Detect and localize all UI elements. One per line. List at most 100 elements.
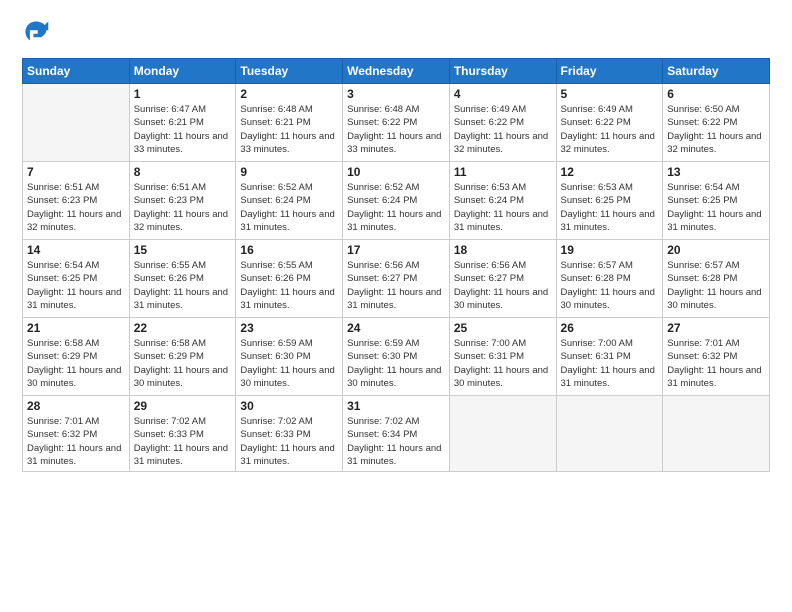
day-info: Sunrise: 6:50 AM Sunset: 6:22 PM Dayligh…: [667, 103, 765, 156]
day-number: 22: [134, 321, 232, 335]
day-number: 30: [240, 399, 338, 413]
calendar-cell: 21 Sunrise: 6:58 AM Sunset: 6:29 PM Dayli…: [23, 318, 130, 396]
day-info: Sunrise: 6:55 AM Sunset: 6:26 PM Dayligh…: [134, 259, 232, 312]
day-info: Sunrise: 6:53 AM Sunset: 6:24 PM Dayligh…: [454, 181, 552, 234]
header-cell-thursday: Thursday: [449, 59, 556, 84]
calendar-cell: 13 Sunrise: 6:54 AM Sunset: 6:25 PM Dayli…: [663, 162, 770, 240]
day-number: 14: [27, 243, 125, 257]
header-cell-friday: Friday: [556, 59, 663, 84]
calendar-cell: 1Sunrise: 6:47 AM Sunset: 6:21 PM Daylig…: [129, 84, 236, 162]
day-info: Sunrise: 6:48 AM Sunset: 6:21 PM Dayligh…: [240, 103, 338, 156]
day-info: Sunrise: 6:59 AM Sunset: 6:30 PM Dayligh…: [240, 337, 338, 390]
day-number: 24: [347, 321, 445, 335]
calendar-cell: 25Sunrise: 7:00 AM Sunset: 6:31 PM Dayli…: [449, 318, 556, 396]
calendar-cell: 27 Sunrise: 7:01 AM Sunset: 6:32 PM Dayli…: [663, 318, 770, 396]
calendar-cell: 11 Sunrise: 6:53 AM Sunset: 6:24 PM Dayli…: [449, 162, 556, 240]
calendar-cell: 4Sunrise: 6:49 AM Sunset: 6:22 PM Daylig…: [449, 84, 556, 162]
calendar-cell: 23 Sunrise: 6:59 AM Sunset: 6:30 PM Dayli…: [236, 318, 343, 396]
calendar-cell: 10Sunrise: 6:52 AM Sunset: 6:24 PM Dayli…: [343, 162, 450, 240]
day-number: 31: [347, 399, 445, 413]
day-info: Sunrise: 6:49 AM Sunset: 6:22 PM Dayligh…: [561, 103, 659, 156]
day-number: 21: [27, 321, 125, 335]
calendar-cell: 2 Sunrise: 6:48 AM Sunset: 6:21 PM Daylig…: [236, 84, 343, 162]
calendar-cell: [449, 396, 556, 472]
day-info: Sunrise: 6:54 AM Sunset: 6:25 PM Dayligh…: [667, 181, 765, 234]
header-cell-tuesday: Tuesday: [236, 59, 343, 84]
day-number: 29: [134, 399, 232, 413]
calendar-cell: 12 Sunrise: 6:53 AM Sunset: 6:25 PM Dayli…: [556, 162, 663, 240]
calendar-cell: 14 Sunrise: 6:54 AM Sunset: 6:25 PM Dayli…: [23, 240, 130, 318]
day-info: Sunrise: 7:01 AM Sunset: 6:32 PM Dayligh…: [27, 415, 125, 468]
day-number: 17: [347, 243, 445, 257]
calendar-page: SundayMondayTuesdayWednesdayThursdayFrid…: [0, 0, 792, 612]
calendar-week-3: 21 Sunrise: 6:58 AM Sunset: 6:29 PM Dayli…: [23, 318, 770, 396]
day-number: 2: [240, 87, 338, 101]
calendar-cell: 17 Sunrise: 6:56 AM Sunset: 6:27 PM Dayli…: [343, 240, 450, 318]
day-number: 25: [454, 321, 552, 335]
calendar-cell: [663, 396, 770, 472]
day-number: 28: [27, 399, 125, 413]
day-info: Sunrise: 7:00 AM Sunset: 6:31 PM Dayligh…: [561, 337, 659, 390]
day-info: Sunrise: 6:58 AM Sunset: 6:29 PM Dayligh…: [134, 337, 232, 390]
day-number: 12: [561, 165, 659, 179]
calendar-cell: 22 Sunrise: 6:58 AM Sunset: 6:29 PM Dayli…: [129, 318, 236, 396]
calendar-week-2: 14 Sunrise: 6:54 AM Sunset: 6:25 PM Dayli…: [23, 240, 770, 318]
day-number: 15: [134, 243, 232, 257]
day-number: 3: [347, 87, 445, 101]
logo-icon: [22, 18, 50, 46]
calendar-cell: 18Sunrise: 6:56 AM Sunset: 6:27 PM Dayli…: [449, 240, 556, 318]
day-number: 20: [667, 243, 765, 257]
day-info: Sunrise: 6:52 AM Sunset: 6:24 PM Dayligh…: [347, 181, 445, 234]
calendar-cell: 6Sunrise: 6:50 AM Sunset: 6:22 PM Daylig…: [663, 84, 770, 162]
day-number: 8: [134, 165, 232, 179]
day-number: 9: [240, 165, 338, 179]
calendar-cell: 24 Sunrise: 6:59 AM Sunset: 6:30 PM Dayli…: [343, 318, 450, 396]
header-cell-monday: Monday: [129, 59, 236, 84]
calendar-cell: 15 Sunrise: 6:55 AM Sunset: 6:26 PM Dayli…: [129, 240, 236, 318]
day-number: 5: [561, 87, 659, 101]
day-number: 23: [240, 321, 338, 335]
calendar-cell: 5 Sunrise: 6:49 AM Sunset: 6:22 PM Daylig…: [556, 84, 663, 162]
calendar-cell: 29 Sunrise: 7:02 AM Sunset: 6:33 PM Dayli…: [129, 396, 236, 472]
day-number: 13: [667, 165, 765, 179]
calendar-cell: 30 Sunrise: 7:02 AM Sunset: 6:33 PM Dayli…: [236, 396, 343, 472]
day-number: 26: [561, 321, 659, 335]
day-info: Sunrise: 6:55 AM Sunset: 6:26 PM Dayligh…: [240, 259, 338, 312]
calendar-header: SundayMondayTuesdayWednesdayThursdayFrid…: [23, 59, 770, 84]
calendar-week-4: 28 Sunrise: 7:01 AM Sunset: 6:32 PM Dayli…: [23, 396, 770, 472]
day-info: Sunrise: 6:51 AM Sunset: 6:23 PM Dayligh…: [27, 181, 125, 234]
calendar-cell: 16 Sunrise: 6:55 AM Sunset: 6:26 PM Dayli…: [236, 240, 343, 318]
day-number: 27: [667, 321, 765, 335]
day-info: Sunrise: 6:58 AM Sunset: 6:29 PM Dayligh…: [27, 337, 125, 390]
day-number: 19: [561, 243, 659, 257]
header-row: SundayMondayTuesdayWednesdayThursdayFrid…: [23, 59, 770, 84]
day-info: Sunrise: 6:52 AM Sunset: 6:24 PM Dayligh…: [240, 181, 338, 234]
calendar-cell: 31 Sunrise: 7:02 AM Sunset: 6:34 PM Dayli…: [343, 396, 450, 472]
day-info: Sunrise: 7:02 AM Sunset: 6:34 PM Dayligh…: [347, 415, 445, 468]
day-info: Sunrise: 6:53 AM Sunset: 6:25 PM Dayligh…: [561, 181, 659, 234]
day-info: Sunrise: 6:59 AM Sunset: 6:30 PM Dayligh…: [347, 337, 445, 390]
calendar-cell: [556, 396, 663, 472]
day-info: Sunrise: 6:54 AM Sunset: 6:25 PM Dayligh…: [27, 259, 125, 312]
day-number: 7: [27, 165, 125, 179]
day-info: Sunrise: 6:51 AM Sunset: 6:23 PM Dayligh…: [134, 181, 232, 234]
day-info: Sunrise: 6:48 AM Sunset: 6:22 PM Dayligh…: [347, 103, 445, 156]
day-info: Sunrise: 6:56 AM Sunset: 6:27 PM Dayligh…: [347, 259, 445, 312]
calendar-cell: 8 Sunrise: 6:51 AM Sunset: 6:23 PM Daylig…: [129, 162, 236, 240]
calendar-week-1: 7 Sunrise: 6:51 AM Sunset: 6:23 PM Daylig…: [23, 162, 770, 240]
calendar-table: SundayMondayTuesdayWednesdayThursdayFrid…: [22, 58, 770, 472]
calendar-cell: 19Sunrise: 6:57 AM Sunset: 6:28 PM Dayli…: [556, 240, 663, 318]
day-info: Sunrise: 7:02 AM Sunset: 6:33 PM Dayligh…: [240, 415, 338, 468]
calendar-cell: 26 Sunrise: 7:00 AM Sunset: 6:31 PM Dayli…: [556, 318, 663, 396]
day-info: Sunrise: 7:02 AM Sunset: 6:33 PM Dayligh…: [134, 415, 232, 468]
day-number: 11: [454, 165, 552, 179]
calendar-body: 1Sunrise: 6:47 AM Sunset: 6:21 PM Daylig…: [23, 84, 770, 472]
day-info: Sunrise: 6:49 AM Sunset: 6:22 PM Dayligh…: [454, 103, 552, 156]
calendar-cell: 20 Sunrise: 6:57 AM Sunset: 6:28 PM Dayli…: [663, 240, 770, 318]
day-info: Sunrise: 7:01 AM Sunset: 6:32 PM Dayligh…: [667, 337, 765, 390]
day-info: Sunrise: 6:56 AM Sunset: 6:27 PM Dayligh…: [454, 259, 552, 312]
header-cell-sunday: Sunday: [23, 59, 130, 84]
day-info: Sunrise: 6:57 AM Sunset: 6:28 PM Dayligh…: [667, 259, 765, 312]
header-cell-saturday: Saturday: [663, 59, 770, 84]
day-number: 16: [240, 243, 338, 257]
